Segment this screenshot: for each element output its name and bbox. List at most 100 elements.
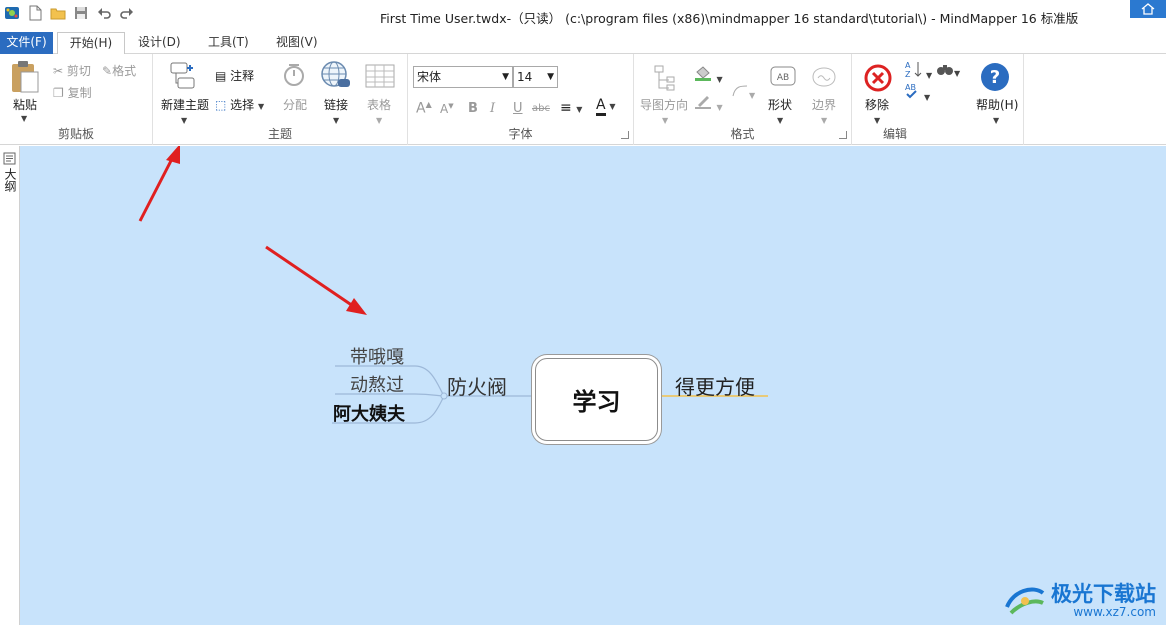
format-painter-button[interactable]: ✎格式 — [102, 62, 136, 79]
edit-group-label: 编辑 — [882, 127, 907, 141]
remove-button[interactable]: 移除 — [865, 96, 889, 113]
new-topic-button[interactable]: 新建主题 — [161, 96, 209, 113]
tab-tools[interactable]: 工具(T) — [200, 32, 257, 54]
note-label: 注释 — [230, 69, 255, 83]
home-icon[interactable] — [1130, 0, 1166, 18]
note-icon: ▤ — [215, 69, 227, 83]
brush-icon: ✎ — [102, 64, 113, 78]
select-button[interactable]: ⬚ 选择 ▼ — [215, 96, 264, 113]
paste-icon[interactable] — [10, 60, 40, 97]
subtopic-3[interactable]: 阿大姨夫 — [333, 400, 405, 426]
undo-icon[interactable] — [96, 5, 112, 21]
connector-style-button[interactable]: ▼ — [731, 84, 755, 101]
font-dialog-launcher[interactable] — [621, 131, 629, 139]
scissors-icon: ✂ — [53, 64, 64, 78]
note-button[interactable]: ▤ 注释 — [215, 67, 254, 84]
distribute-icon[interactable] — [281, 62, 307, 91]
italic-button[interactable]: I — [490, 101, 495, 116]
svg-text:AB: AB — [777, 73, 789, 83]
align-button[interactable]: ≡ ▼ — [560, 100, 582, 116]
svg-text:A: A — [905, 61, 911, 70]
quick-access-toolbar — [4, 5, 135, 21]
font-name-select[interactable]: 宋体 ▼ — [413, 66, 513, 88]
format-dialog-launcher[interactable] — [839, 131, 847, 139]
help-dropdown-caret[interactable]: ▼ — [993, 116, 999, 125]
sort-az-icon: AZ — [905, 61, 922, 79]
line-color-button[interactable]: ▼ — [694, 94, 723, 113]
clipboard-group: 粘贴 ▼ ✂ 剪切 ✎格式 ❐ 复制 剪贴板 — [0, 54, 153, 145]
link-dropdown-caret[interactable]: ▼ — [333, 116, 339, 125]
new-topic-dropdown-caret[interactable]: ▼ — [181, 116, 187, 125]
border-button[interactable]: 边界 — [812, 96, 836, 113]
font-name-value: 宋体 — [417, 70, 442, 84]
paste-button[interactable]: 粘贴 — [13, 96, 37, 113]
outline-tab[interactable]: 大纲 — [2, 168, 19, 192]
new-file-icon[interactable] — [27, 5, 43, 21]
map-direction-button[interactable]: 导图方向 — [640, 96, 688, 113]
link-button[interactable]: 链接 — [324, 96, 348, 113]
outline-side-panel: 大纲 — [0, 146, 20, 625]
map-direction-icon[interactable] — [652, 64, 676, 95]
save-icon[interactable] — [73, 5, 89, 21]
central-topic[interactable]: 学习 — [535, 358, 658, 441]
shrink-font-button[interactable]: A▼ — [440, 102, 454, 116]
format-group-label: 格式 — [730, 127, 755, 141]
map-direction-dropdown-caret[interactable]: ▼ — [662, 116, 668, 125]
fill-color-button[interactable]: ▼ — [694, 66, 723, 85]
distribute-button[interactable]: 分配 — [283, 96, 307, 113]
border-icon[interactable] — [810, 66, 838, 91]
link-globe-icon[interactable] — [320, 60, 352, 93]
red-arrow-annotation — [265, 245, 367, 315]
font-group-label: 字体 — [508, 127, 533, 141]
tab-view[interactable]: 视图(V) — [268, 32, 326, 54]
title-bar: First Time User.twdx-（只读） (c:\program fi… — [0, 0, 1166, 32]
select-label: 选择 — [230, 98, 255, 112]
format-painter-label: 格式 — [112, 64, 137, 78]
tab-design[interactable]: 设计(D) — [130, 32, 189, 54]
left-main-topic[interactable]: 防火阀 — [447, 371, 507, 400]
mindmap-canvas[interactable]: 带哦嘎 动熬过 阿大姨夫 防火阀 学习 得更方便 极光下载站 www.xz7.c… — [20, 146, 1166, 625]
underline-button[interactable]: U — [513, 101, 523, 116]
binoculars-icon — [937, 65, 953, 75]
copy-icon: ❐ — [53, 86, 64, 100]
watermark-url: www.xz7.com — [1073, 605, 1156, 619]
spell-check-button[interactable]: AB ▼ — [904, 82, 930, 103]
shape-dropdown-caret[interactable]: ▼ — [777, 116, 783, 125]
font-size-select[interactable]: 14 ▼ — [513, 66, 558, 88]
remove-icon[interactable] — [864, 64, 892, 95]
strikethrough-button[interactable]: abc — [532, 103, 550, 114]
cut-button[interactable]: ✂ 剪切 — [53, 62, 91, 79]
topic-group-label: 主题 — [267, 127, 292, 141]
shape-icon[interactable]: AB — [770, 66, 796, 89]
help-button[interactable]: 帮助(H) — [976, 96, 1018, 113]
grow-font-button[interactable]: A▲ — [416, 100, 432, 117]
open-folder-icon[interactable] — [50, 5, 66, 21]
copy-button[interactable]: ❐ 复制 — [53, 84, 92, 101]
tab-file[interactable]: 文件(F) — [0, 32, 53, 54]
ribbon: 粘贴 ▼ ✂ 剪切 ✎格式 ❐ 复制 剪贴板 新建主题 ▼ ▤ 注释 ⬚ 选择 … — [0, 54, 1166, 145]
right-main-topic[interactable]: 得更方便 — [675, 371, 755, 400]
border-dropdown-caret[interactable]: ▼ — [821, 116, 827, 125]
app-logo-icon[interactable] — [4, 5, 20, 21]
bold-button[interactable]: B — [468, 101, 478, 116]
svg-text:Z: Z — [905, 70, 911, 78]
table-button[interactable]: 表格 — [367, 96, 391, 113]
paste-dropdown-caret[interactable]: ▼ — [21, 114, 27, 123]
subtopic-2[interactable]: 动熬过 — [350, 371, 404, 397]
remove-dropdown-caret[interactable]: ▼ — [874, 116, 880, 125]
font-color-button[interactable]: A ▼ — [596, 97, 616, 116]
subtopic-1[interactable]: 带哦嘎 — [350, 343, 404, 369]
sort-button[interactable]: A Z ▼ — [904, 60, 932, 81]
outline-icon[interactable] — [3, 152, 16, 168]
table-dropdown-caret[interactable]: ▼ — [376, 116, 382, 125]
new-topic-icon[interactable] — [168, 60, 200, 95]
font-color-icon: A — [596, 97, 606, 116]
tab-home[interactable]: 开始(H) — [57, 32, 125, 55]
shape-button[interactable]: 形状 — [768, 96, 792, 113]
font-group: 宋体 ▼ 14 ▼ A▲ A▼ B I U abc ≡ ▼ A ▼ 字体 — [408, 54, 634, 145]
watermark-logo-icon — [1005, 587, 1045, 615]
redo-icon[interactable] — [119, 5, 135, 21]
find-button[interactable]: ▼ — [936, 62, 960, 79]
table-icon[interactable] — [365, 64, 395, 91]
help-icon[interactable]: ? — [980, 62, 1010, 95]
